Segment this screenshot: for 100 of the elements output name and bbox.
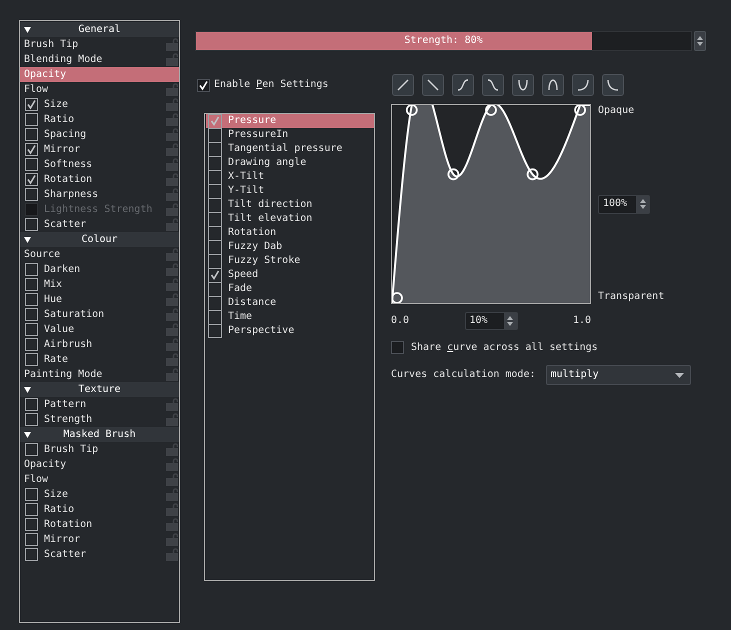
checkbox[interactable] [25, 533, 38, 546]
mode-dropdown[interactable]: multiply [546, 365, 690, 385]
checkbox[interactable] [208, 296, 222, 310]
strength-slider[interactable]: Strength: 80% [195, 31, 692, 51]
option-item[interactable]: Spacing [20, 127, 179, 142]
option-item[interactable]: Scatter [20, 217, 179, 232]
option-item[interactable]: Sharpness [20, 187, 179, 202]
checkbox[interactable] [25, 293, 38, 306]
checkbox[interactable] [208, 268, 222, 282]
sensor-item[interactable]: Tilt elevation [206, 212, 374, 226]
option-item[interactable]: Strength [20, 412, 179, 427]
curve-point[interactable] [574, 104, 586, 116]
option-item[interactable]: Opacity [20, 457, 179, 472]
curve-preset-button[interactable] [572, 74, 594, 96]
option-item[interactable]: Painting Mode [20, 367, 179, 382]
checkbox[interactable] [208, 156, 222, 170]
sensor-item[interactable]: Fuzzy Dab [206, 240, 374, 254]
curve-preset-button[interactable] [512, 74, 534, 96]
checkbox[interactable] [25, 278, 38, 291]
checkbox[interactable] [25, 323, 38, 336]
checkbox[interactable] [25, 98, 38, 111]
sensor-item[interactable]: Drawing angle [206, 156, 374, 170]
sensor-item[interactable]: Rotation [206, 226, 374, 240]
checkbox[interactable] [208, 324, 222, 338]
checkbox[interactable] [25, 113, 38, 126]
sensor-item[interactable]: Tilt direction [206, 198, 374, 212]
checkbox[interactable] [197, 78, 210, 92]
option-item[interactable]: Rotation [20, 517, 179, 532]
option-item[interactable]: Value [20, 322, 179, 337]
option-item[interactable]: Opacity [20, 67, 179, 82]
checkbox[interactable] [208, 226, 222, 240]
value-spinbox[interactable]: 100% [598, 194, 650, 214]
section-header[interactable]: Texture [20, 382, 179, 397]
curve-point[interactable] [526, 168, 538, 180]
option-item[interactable]: Rate [20, 352, 179, 367]
spin-button[interactable] [694, 31, 706, 51]
checkbox[interactable] [25, 218, 38, 231]
curve-preset-button[interactable] [482, 74, 504, 96]
option-item[interactable]: Rotation [20, 172, 179, 187]
option-item[interactable]: Mirror [20, 142, 179, 157]
checkbox[interactable] [391, 341, 404, 354]
curve-point[interactable] [485, 104, 497, 116]
curve-point[interactable] [391, 292, 403, 304]
checkbox[interactable] [25, 518, 38, 531]
sensor-item[interactable]: Pressure [206, 114, 374, 128]
option-item[interactable]: Ratio [20, 112, 179, 127]
option-item[interactable]: Pattern [20, 397, 179, 412]
curve-preset-button[interactable] [542, 74, 564, 96]
curve-preset-button[interactable] [452, 74, 474, 96]
checkbox[interactable] [25, 398, 38, 411]
option-item[interactable]: Softness [20, 157, 179, 172]
sensor-item[interactable]: Time [206, 310, 374, 324]
curve-point[interactable] [406, 104, 418, 116]
checkbox[interactable] [208, 184, 222, 198]
value-spinbox[interactable]: 10% [464, 312, 518, 330]
checkbox[interactable] [25, 173, 38, 186]
section-header[interactable]: Masked Brush [20, 427, 179, 442]
option-item[interactable]: Ratio [20, 502, 179, 517]
checkbox[interactable] [25, 548, 38, 561]
option-item[interactable]: Blending Mode [20, 52, 179, 67]
sensor-item[interactable]: Fade [206, 282, 374, 296]
curve-preset-button[interactable] [422, 74, 444, 96]
sensor-item[interactable]: Perspective [206, 324, 374, 338]
curve-point[interactable] [447, 168, 460, 180]
checkbox[interactable] [25, 338, 38, 351]
sensor-item[interactable]: Fuzzy Stroke [206, 254, 374, 268]
checkbox[interactable] [25, 128, 38, 141]
option-item[interactable]: Scatter [20, 547, 179, 562]
checkbox[interactable] [25, 413, 38, 426]
section-header[interactable]: Colour [20, 232, 179, 247]
checkbox[interactable] [208, 114, 222, 128]
option-item[interactable]: Airbrush [20, 337, 179, 352]
option-item[interactable]: Darken [20, 262, 179, 277]
sensor-item[interactable]: Tangential pressure [206, 142, 374, 156]
sensor-item[interactable]: PressureIn [206, 128, 374, 142]
option-item[interactable]: Hue [20, 292, 179, 307]
checkbox[interactable] [208, 240, 222, 254]
checkbox[interactable] [208, 128, 222, 142]
option-item[interactable]: Flow [20, 472, 179, 487]
option-item[interactable]: Size [20, 487, 179, 502]
checkbox[interactable] [208, 198, 222, 212]
checkbox[interactable] [208, 254, 222, 268]
sensor-item[interactable]: Speed [206, 268, 374, 282]
checkbox[interactable] [25, 143, 38, 156]
sensor-item[interactable]: Distance [206, 296, 374, 310]
checkbox[interactable] [208, 142, 222, 156]
checkbox[interactable] [208, 170, 222, 184]
checkbox[interactable] [25, 158, 38, 171]
checkbox[interactable] [25, 503, 38, 516]
sensor-item[interactable]: X-Tilt [206, 170, 374, 184]
checkbox[interactable] [25, 488, 38, 501]
option-item[interactable]: Flow [20, 82, 179, 97]
checkbox[interactable] [25, 353, 38, 366]
curve-preset-button[interactable] [602, 74, 624, 96]
option-item[interactable]: Mirror [20, 532, 179, 547]
checkbox[interactable] [25, 188, 38, 201]
option-item[interactable]: Saturation [20, 307, 179, 322]
option-item[interactable]: Mix [20, 277, 179, 292]
checkbox[interactable] [25, 443, 38, 456]
option-item[interactable]: Source [20, 247, 179, 262]
